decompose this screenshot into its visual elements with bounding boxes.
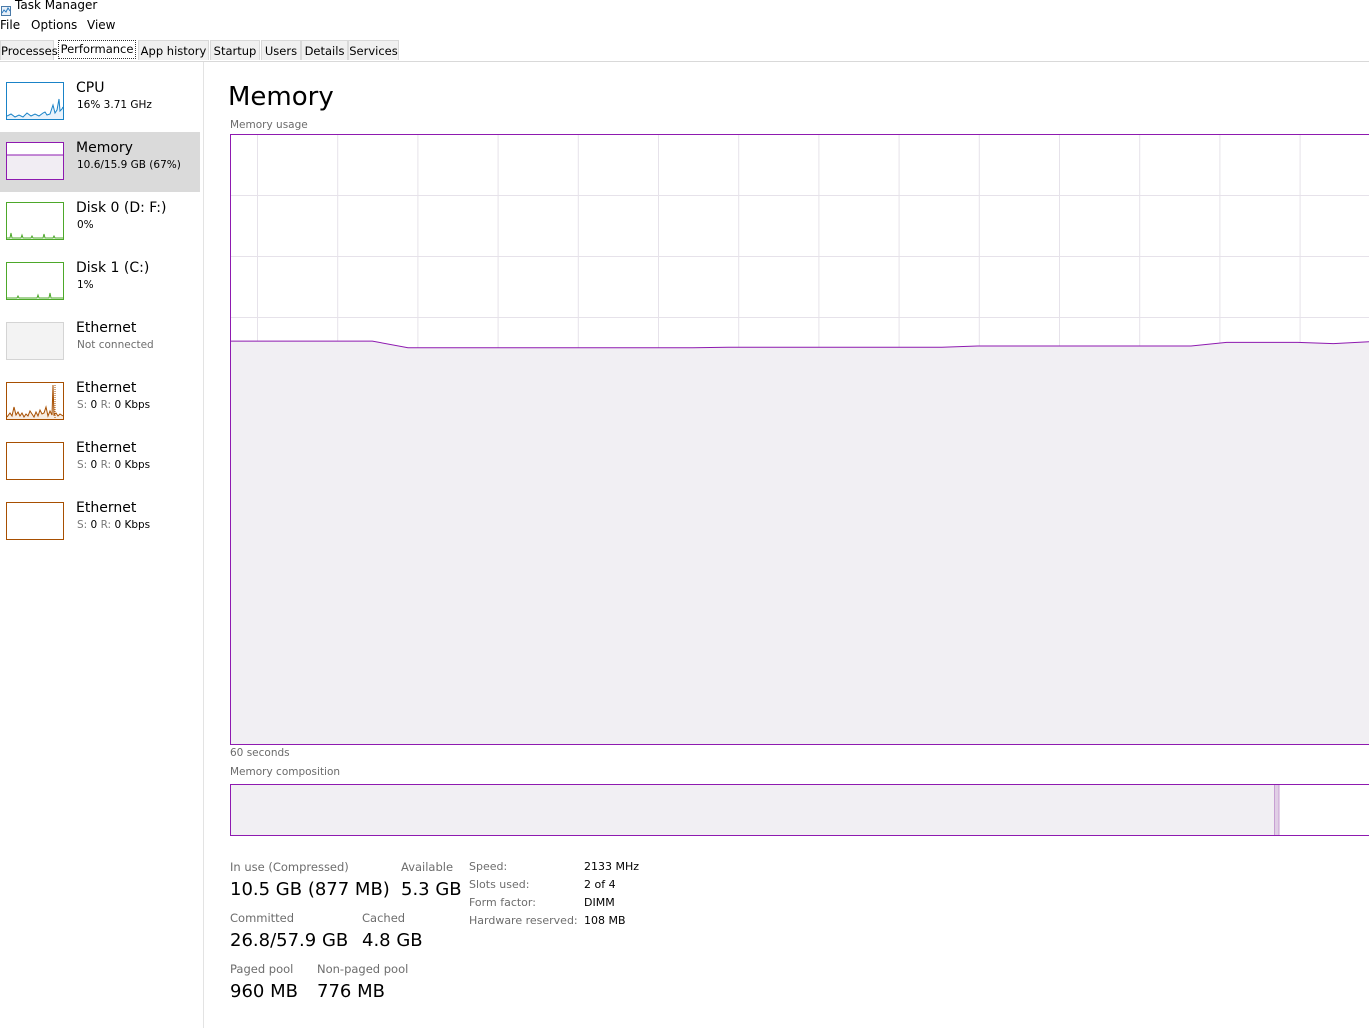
in-use-value: 10.5 GB (877 MB)	[230, 879, 390, 900]
memory-usage-label: Memory usage	[230, 119, 308, 131]
available-value: 5.3 GB	[401, 879, 462, 900]
in-use-label: In use (Compressed)	[230, 860, 349, 874]
sidebar-item-label: Disk 1 (C:)	[76, 260, 150, 276]
sidebar-item-subtitle: Not connected	[77, 339, 154, 351]
sidebar-item-cpu[interactable]: CPU 16% 3.71 GHz	[0, 72, 200, 132]
form-factor-value: DIMM	[584, 896, 615, 909]
available-label: Available	[401, 860, 454, 874]
non-paged-pool-value: 776 MB	[317, 981, 385, 1002]
receive-label: R:	[100, 519, 112, 531]
speed-label: Speed:	[469, 860, 508, 873]
performance-sidebar: CPU 16% 3.71 GHz Memory 10.6/15.9 GB (67…	[0, 62, 204, 1028]
sidebar-item-subtitle: S: 0 R: 0 Kbps	[77, 458, 150, 472]
disk-0-mini-graph	[6, 202, 64, 240]
sidebar-item-memory[interactable]: Memory 10.6/15.9 GB (67%)	[0, 132, 200, 192]
cached-value: 4.8 GB	[362, 930, 423, 951]
speed-value: 2133 MHz	[584, 860, 640, 873]
cached-label: Cached	[362, 911, 406, 925]
sidebar-item-subtitle: S: 0 R: 0 Kbps	[77, 398, 150, 412]
tab-processes[interactable]: Processes	[0, 40, 58, 60]
composition-modified	[1274, 784, 1280, 836]
sidebar-item-label: Ethernet	[76, 380, 137, 396]
cpu-mini-graph	[6, 82, 64, 120]
memory-composition-label: Memory composition	[230, 766, 341, 778]
sidebar-item-subtitle: 16% 3.71 GHz	[77, 99, 152, 111]
receive-value: 0 Kbps	[114, 519, 151, 531]
tab-users[interactable]: Users	[261, 40, 301, 60]
receive-value: 0 Kbps	[114, 459, 151, 471]
sidebar-item-label: Memory	[76, 140, 133, 156]
menu-view[interactable]: View	[87, 18, 115, 33]
memory-mini-graph	[6, 142, 64, 180]
sidebar-item-ethernet-3[interactable]: Ethernet S: 0 R: 0 Kbps	[0, 492, 200, 552]
ethernet-mini-graph	[6, 322, 64, 360]
tab-bar: Processes Performance App history Startu…	[0, 40, 1369, 62]
page-title: Memory	[228, 82, 334, 112]
sidebar-item-label: CPU	[76, 80, 105, 96]
memory-composition-bar	[230, 784, 1369, 836]
sidebar-item-disk-1[interactable]: Disk 1 (C:) 1%	[0, 252, 200, 312]
sidebar-item-label: Ethernet	[76, 500, 137, 516]
tab-startup[interactable]: Startup	[210, 40, 260, 60]
committed-value: 26.8/57.9 GB	[230, 930, 349, 951]
slots-used-label: Slots used:	[469, 878, 530, 891]
sidebar-item-subtitle: 1%	[77, 279, 94, 291]
receive-label: R:	[100, 399, 112, 411]
ethernet-mini-graph	[6, 382, 64, 420]
time-span-label: 60 seconds	[230, 747, 290, 759]
sidebar-item-subtitle: S: 0 R: 0 Kbps	[77, 518, 150, 532]
sidebar-item-label: Ethernet	[76, 440, 137, 456]
sidebar-item-label: Disk 0 (D: F:)	[76, 200, 167, 216]
sidebar-item-subtitle: 0%	[77, 219, 94, 231]
send-label: S:	[77, 399, 88, 411]
send-value: 0	[90, 459, 98, 471]
sidebar-item-ethernet-1[interactable]: Ethernet S: 0 R: 0 Kbps	[0, 372, 200, 432]
send-value: 0	[90, 519, 98, 531]
form-factor-label: Form factor:	[469, 896, 536, 909]
non-paged-pool-label: Non-paged pool	[317, 962, 409, 976]
sidebar-item-label: Ethernet	[76, 320, 137, 336]
disk-1-mini-graph	[6, 262, 64, 300]
memory-usage-area	[230, 341, 1369, 745]
sidebar-item-disk-0[interactable]: Disk 0 (D: F:) 0%	[0, 192, 200, 252]
ethernet-mini-graph	[6, 502, 64, 540]
task-manager-icon	[1, 1, 11, 16]
send-label: S:	[77, 519, 88, 531]
committed-label: Committed	[230, 911, 295, 925]
paged-pool-value: 960 MB	[230, 981, 298, 1002]
tab-details[interactable]: Details	[301, 40, 348, 60]
receive-value: 0 Kbps	[114, 399, 151, 411]
memory-usage-graph	[230, 134, 1369, 745]
send-label: S:	[77, 459, 88, 471]
paged-pool-label: Paged pool	[230, 962, 294, 976]
sidebar-item-ethernet-2[interactable]: Ethernet S: 0 R: 0 Kbps	[0, 432, 200, 492]
hardware-reserved-value: 108 MB	[584, 914, 626, 927]
send-value: 0	[90, 399, 98, 411]
menu-file[interactable]: File	[0, 18, 20, 33]
composition-in-use	[230, 784, 1275, 836]
slots-used-value: 2 of 4	[584, 878, 616, 891]
hardware-reserved-label: Hardware reserved:	[469, 914, 578, 927]
sidebar-item-ethernet-disconnected[interactable]: Ethernet Not connected	[0, 312, 200, 372]
tab-app-history[interactable]: App history	[138, 40, 209, 60]
menu-options[interactable]: Options	[31, 18, 77, 33]
tab-performance[interactable]: Performance	[58, 40, 136, 59]
sidebar-item-subtitle: 10.6/15.9 GB (67%)	[77, 159, 181, 171]
window-title: Task Manager	[15, 0, 98, 12]
tab-services[interactable]: Services	[348, 40, 399, 60]
ethernet-mini-graph	[6, 442, 64, 480]
title-bar: Task Manager	[0, 0, 1369, 16]
receive-label: R:	[100, 459, 112, 471]
